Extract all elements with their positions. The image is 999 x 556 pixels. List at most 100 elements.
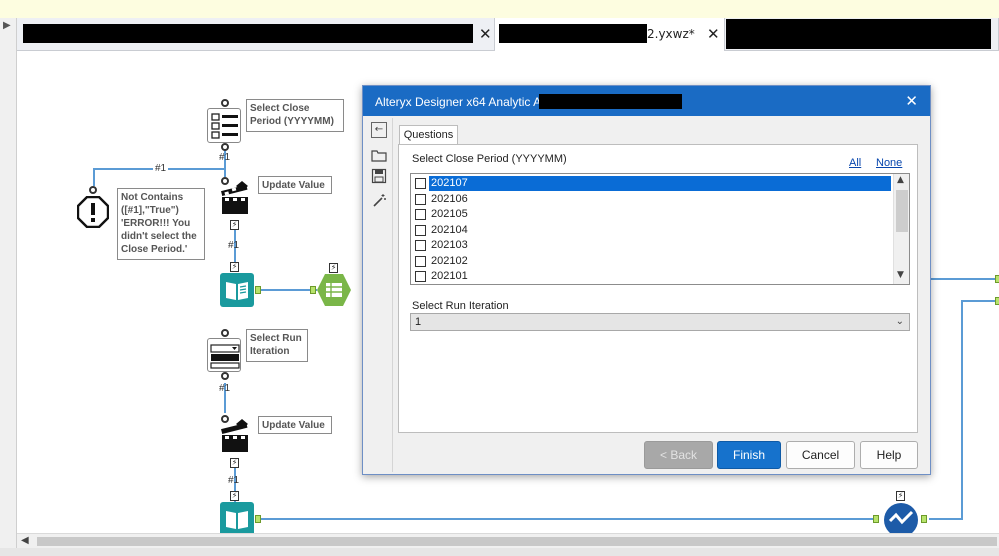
tab-workflow-2[interactable]: 2.yxwz* ✕ <box>495 18 725 51</box>
tab-close-icon[interactable]: ✕ <box>479 25 492 43</box>
redacted-tab-title <box>726 19 991 49</box>
note-select-close[interactable]: Select Close Period (YYYYMM) <box>246 99 344 132</box>
checkbox[interactable] <box>415 240 426 251</box>
help-button[interactable]: Help <box>860 441 918 469</box>
listbox-scrollbar[interactable]: ▲ ▼ <box>893 174 909 284</box>
select-none-link[interactable]: None <box>876 157 902 169</box>
action-clapper-icon[interactable] <box>220 419 252 453</box>
anchor-label: #1 <box>228 475 240 486</box>
list-item[interactable]: 202103 <box>412 238 892 253</box>
note-select-run[interactable]: Select Run Iteration <box>246 329 308 362</box>
list-item-label: 202105 <box>431 208 468 220</box>
finish-button[interactable]: Finish <box>717 441 781 469</box>
list-item-label: 202101 <box>431 270 468 282</box>
collapse-arrow-icon[interactable]: ▶ <box>3 20 11 31</box>
note-update-value-1[interactable]: Update Value <box>258 176 332 194</box>
output-connector[interactable] <box>921 515 927 523</box>
checkbox[interactable] <box>415 271 426 282</box>
lightning-anchor-icon[interactable]: ⚡ <box>230 491 239 501</box>
analytic-app-dialog: Alteryx Designer x64 Analytic App - ✕ ← … <box>362 85 931 475</box>
checkbox[interactable] <box>415 193 426 205</box>
action-clapper-icon[interactable] <box>220 181 252 215</box>
tab-questions[interactable]: Questions <box>399 125 458 145</box>
list-item-label: 202106 <box>431 192 468 205</box>
wire <box>93 168 95 186</box>
macro-input-book-icon[interactable] <box>220 502 254 533</box>
save-icon[interactable] <box>371 168 387 184</box>
dialog-title-bar[interactable]: Alteryx Designer x64 Analytic App - ✕ <box>363 86 930 116</box>
run-iteration-dropdown[interactable]: 1 ⌄ <box>410 313 910 331</box>
wire-label: #1 <box>153 163 169 174</box>
checkbox[interactable] <box>415 209 426 220</box>
checkbox[interactable] <box>415 178 426 189</box>
top-banner-strip <box>0 0 999 18</box>
canvas-horizontal-scrollbar[interactable]: ◀ <box>17 533 999 548</box>
question-anchor-icon[interactable] <box>89 186 97 194</box>
block-until-done-icon[interactable] <box>883 502 919 533</box>
list-item-label: 202102 <box>431 254 468 267</box>
lightning-anchor-icon[interactable]: ⚡ <box>230 220 239 230</box>
back-arrow-icon[interactable]: ← <box>371 122 387 138</box>
question-anchor-icon[interactable] <box>221 372 229 380</box>
scroll-down-arrow-icon[interactable]: ▼ <box>897 270 904 280</box>
tab-workflow-1[interactable]: ✕ <box>17 18 495 51</box>
list-item[interactable]: 202101 <box>412 269 892 284</box>
macro-output-hex-icon[interactable] <box>316 273 352 307</box>
question-anchor-icon[interactable] <box>221 329 229 337</box>
input-connector[interactable] <box>995 275 999 283</box>
note-update-value-2[interactable]: Update Value <box>258 416 332 434</box>
output-connector[interactable] <box>255 515 261 523</box>
list-item[interactable]: 202105 <box>412 207 892 222</box>
wire <box>261 518 875 520</box>
status-bar <box>0 548 999 556</box>
list-item[interactable]: 202104 <box>412 223 892 238</box>
question-anchor-icon[interactable] <box>221 143 229 151</box>
redacted-app-name <box>539 94 682 109</box>
anchor-label: #1 <box>219 383 231 394</box>
dialog-title: Alteryx Designer x64 Analytic App - <box>375 95 562 109</box>
note-not-contains[interactable]: Not Contains ([#1],"True") 'ERROR!!! You… <box>117 188 205 260</box>
scroll-left-arrow-icon[interactable]: ◀ <box>21 535 29 546</box>
list-item[interactable]: 202107 <box>412 176 892 191</box>
list-box-tool-icon[interactable] <box>207 108 241 143</box>
macro-input-book-icon[interactable] <box>220 273 254 307</box>
anchor-label: #1 <box>219 152 231 163</box>
select-all-link[interactable]: All <box>849 157 861 169</box>
dialog-close-icon[interactable]: ✕ <box>905 92 918 110</box>
open-folder-icon[interactable] <box>371 147 387 163</box>
scroll-up-arrow-icon[interactable]: ▲ <box>897 175 904 185</box>
error-message-icon[interactable] <box>76 195 110 229</box>
magic-wand-icon[interactable] <box>371 193 387 209</box>
scroll-thumb[interactable] <box>896 190 908 232</box>
input-connector[interactable] <box>995 297 999 305</box>
checkbox[interactable] <box>415 255 426 267</box>
lightning-anchor-icon[interactable]: ⚡ <box>230 458 239 468</box>
lightning-anchor-icon[interactable]: ⚡ <box>329 263 338 273</box>
wire <box>931 278 999 280</box>
list-item-label: 202103 <box>431 239 468 251</box>
input-connector[interactable] <box>873 515 879 523</box>
scroll-thumb[interactable] <box>37 537 997 546</box>
dropdown-value: 1 <box>415 316 422 328</box>
tab-workflow-3[interactable] <box>725 18 999 51</box>
lightning-anchor-icon[interactable]: ⚡ <box>896 491 905 501</box>
question-anchor-icon[interactable] <box>221 99 229 107</box>
question-close-period-label: Select Close Period (YYYYMM) <box>412 153 567 165</box>
output-connector[interactable] <box>255 286 261 294</box>
tab-label: 2.yxwz* <box>647 27 695 41</box>
drop-down-tool-icon[interactable] <box>207 338 241 372</box>
tab-close-icon[interactable]: ✕ <box>707 25 720 43</box>
checkbox[interactable] <box>415 224 426 236</box>
dialog-side-toolbar: ← <box>365 118 393 472</box>
list-item-label: 202104 <box>431 223 468 236</box>
document-tabbar: ✕ 2.yxwz* ✕ <box>0 18 999 51</box>
redacted-tab-title <box>23 24 473 43</box>
list-item[interactable]: 202102 <box>412 254 892 269</box>
list-item[interactable]: 202106 <box>412 192 892 207</box>
lightning-anchor-icon[interactable]: ⚡ <box>230 262 239 272</box>
back-button[interactable]: < Back <box>644 441 713 469</box>
anchor-label: #1 <box>228 240 240 251</box>
cancel-button[interactable]: Cancel <box>786 441 855 469</box>
redacted-tab-title <box>499 24 647 43</box>
close-period-listbox[interactable]: 202107 202106 202105 202104 202103 202102 2021… <box>410 173 910 285</box>
